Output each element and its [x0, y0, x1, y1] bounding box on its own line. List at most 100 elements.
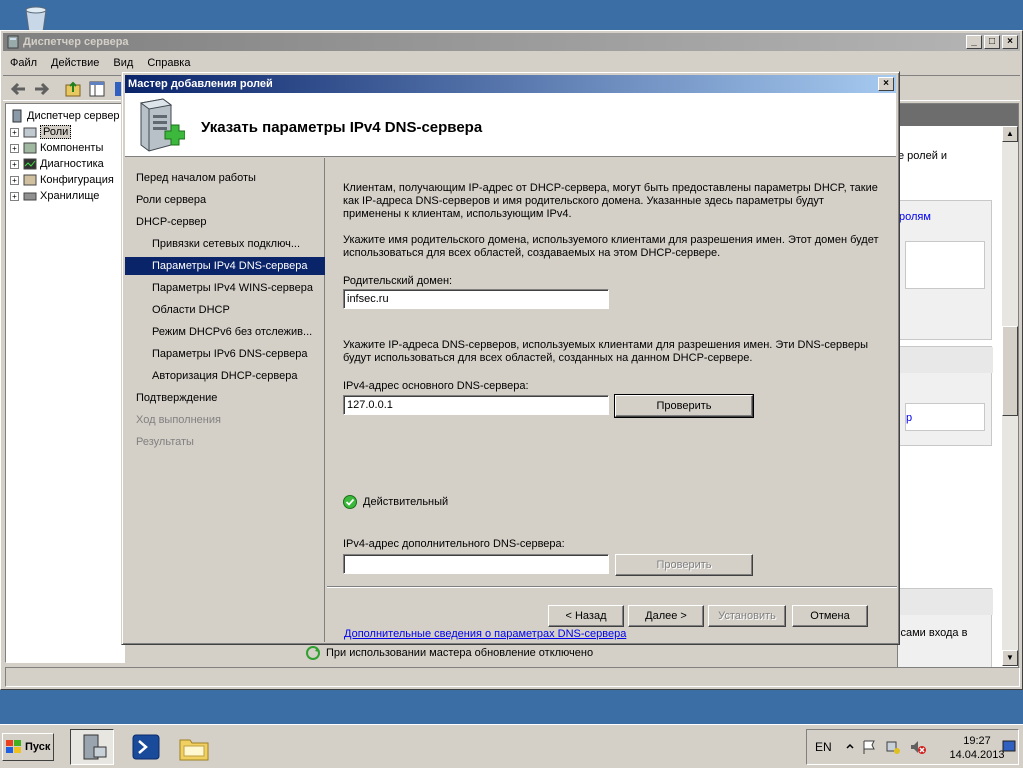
menu-action[interactable]: Действие [44, 57, 106, 69]
dialog-close-button[interactable]: × [878, 77, 894, 91]
back-arrow-icon[interactable] [9, 79, 29, 99]
server-role-wizard-icon [139, 98, 185, 152]
verify-primary-button[interactable]: Проверить [614, 394, 754, 418]
cancel-button[interactable]: Отмена [792, 605, 868, 627]
primary-dns-label: IPv4-адрес основного DNS-сервера: [343, 380, 529, 392]
dns-info-text: Укажите IP-адреса DNS-серверов, использу… [343, 339, 869, 364]
taskbar-explorer[interactable] [172, 729, 216, 765]
close-button[interactable]: × [1002, 35, 1018, 49]
tree-item-storage[interactable]: + Хранилище [10, 188, 99, 204]
intro-text: Клиентам, получающим IP-адрес от DHCP-се… [343, 182, 878, 220]
taskbar: Пуск EN 19:27 14.04.2013 [0, 724, 1023, 768]
folder-icon [179, 739, 209, 761]
step-confirmation[interactable]: Подтверждение [125, 389, 325, 407]
show-desktop-icon[interactable] [1002, 738, 1016, 756]
step-dhcp-scopes[interactable]: Области DHCP [125, 301, 325, 319]
language-indicator[interactable]: EN [815, 740, 832, 754]
refresh-icon [306, 646, 320, 660]
expand-icon[interactable]: + [10, 143, 19, 153]
wizard-steps: Перед началом работы Роли сервера DHCP-с… [125, 158, 325, 642]
add-roles-wizard-dialog: Мастер добавления ролей × Указать параме… [121, 71, 900, 645]
step-ipv4-wins[interactable]: Параметры IPv4 WINS-сервера [125, 279, 325, 297]
details-scrollbar[interactable]: ▲ ▼ [1002, 126, 1018, 666]
step-before-you-begin[interactable]: Перед началом работы [125, 169, 325, 187]
tree-label: Диагностика [40, 158, 104, 170]
maximize-button[interactable]: □ [984, 35, 1000, 49]
details-section: ролям [898, 200, 992, 340]
primary-dns-input[interactable]: 127.0.0.1 [343, 395, 609, 415]
server-manager-icon [7, 35, 19, 49]
tray-clock[interactable]: 19:27 14.04.2013 [947, 734, 1007, 762]
menu-file[interactable]: Файл [3, 57, 44, 69]
minimize-button[interactable]: _ [966, 35, 982, 49]
windows-logo-icon [6, 740, 21, 753]
tree-item-configuration[interactable]: + Конфигурация [10, 172, 114, 188]
tree-label: Компоненты [40, 142, 104, 154]
back-button[interactable]: < Назад [548, 605, 624, 627]
status-bar: При использовании мастера обновление отк… [301, 643, 1021, 663]
step-dhcp-server[interactable]: DHCP-сервер [125, 213, 325, 231]
tree-item-roles[interactable]: + Роли [10, 124, 72, 140]
step-ipv6-dns[interactable]: Параметры IPv6 DNS-сервера [125, 345, 325, 363]
dialog-title-bar[interactable]: Мастер добавления ролей × [125, 75, 896, 93]
diagnostics-icon [23, 158, 37, 170]
expand-icon[interactable]: + [10, 127, 19, 137]
install-button: Установить [708, 605, 786, 627]
action-center-flag-icon[interactable] [861, 739, 877, 755]
server-icon [12, 109, 22, 123]
network-icon[interactable] [885, 739, 901, 755]
details-link[interactable]: ролям [899, 211, 931, 223]
step-results: Результаты [136, 436, 194, 448]
menu-help[interactable]: Справка [140, 57, 197, 69]
domain-info-text: Укажите имя родительского домена, исполь… [343, 234, 879, 259]
show-hide-tree-icon[interactable] [87, 79, 107, 99]
step-server-roles[interactable]: Роли сервера [125, 191, 325, 209]
dialog-title: Мастер добавления ролей [128, 78, 273, 90]
clock-date: 14.04.2013 [949, 749, 1005, 761]
scroll-up-icon[interactable]: ▲ [1002, 126, 1018, 142]
details-box [905, 241, 985, 289]
tree-item-root[interactable]: Диспетчер сервер [10, 108, 120, 124]
volume-muted-icon[interactable] [909, 739, 927, 755]
up-folder-icon[interactable] [63, 79, 83, 99]
main-title-bar[interactable]: Диспетчер сервера _ □ × [3, 33, 1020, 51]
expand-icon[interactable]: + [10, 191, 19, 201]
tree-item-diagnostics[interactable]: + Диагностика [10, 156, 104, 172]
secondary-dns-label: IPv4-адрес дополнительного DNS-сервера: [343, 538, 565, 550]
recycle-bin-icon[interactable] [18, 4, 54, 32]
taskbar-powershell[interactable] [124, 729, 168, 765]
secondary-dns-input[interactable] [343, 554, 609, 574]
bottom-status-bar [5, 667, 1020, 687]
step-dhcp-authorization[interactable]: Авторизация DHCP-сервера [125, 367, 325, 385]
taskbar-server-manager[interactable] [70, 729, 114, 765]
details-link[interactable]: р [906, 412, 912, 424]
step-network-bindings[interactable]: Привязки сетевых подключ... [125, 235, 325, 253]
dialog-separator [327, 586, 897, 588]
more-info-link[interactable]: Дополнительные сведения о параметрах DNS… [344, 628, 626, 640]
features-icon [23, 142, 37, 154]
navigation-tree: Диспетчер сервер + Роли + Компоненты + Д… [5, 103, 125, 663]
tree-label: Роли [40, 125, 72, 139]
tree-label: Диспетчер сервер [27, 110, 120, 122]
wizard-content: Клиентам, получающим IP-адрес от DHCP-се… [327, 158, 897, 640]
system-tray: EN 19:27 14.04.2013 [806, 729, 1019, 765]
show-hidden-icons-icon[interactable] [845, 742, 855, 752]
expand-icon[interactable]: + [10, 159, 19, 169]
parent-domain-input[interactable]: infsec.ru [343, 289, 609, 309]
tree-item-features[interactable]: + Компоненты [10, 140, 103, 156]
scroll-thumb[interactable] [1002, 326, 1018, 416]
details-header [898, 104, 1018, 126]
start-button[interactable]: Пуск [2, 733, 54, 761]
start-label: Пуск [25, 741, 51, 753]
step-dhcpv6-mode[interactable]: Режим DHCPv6 без отслежив... [125, 323, 325, 341]
expand-icon[interactable]: + [10, 175, 19, 185]
roles-icon [23, 127, 37, 138]
main-title: Диспетчер сервера [23, 36, 129, 48]
next-button[interactable]: Далее > [628, 605, 704, 627]
step-ipv4-dns[interactable]: Параметры IPv4 DNS-сервера [125, 257, 325, 275]
menu-view[interactable]: Вид [106, 57, 140, 69]
powershell-icon [132, 734, 160, 760]
forward-arrow-icon[interactable] [31, 79, 51, 99]
configuration-icon [23, 174, 37, 186]
step-progress: Ход выполнения [136, 414, 221, 426]
